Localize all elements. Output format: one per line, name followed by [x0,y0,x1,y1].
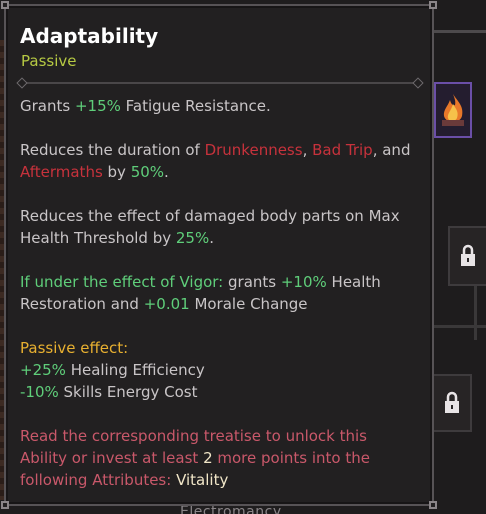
effect-aftermaths: Aftermaths [20,163,103,181]
duration-reduction-line: Reduces the duration of Drunkenness, Bad… [20,139,420,183]
text: Morale Change [189,295,308,313]
ability-type: Passive [21,52,77,70]
value-positive: +0.01 [143,295,190,313]
text: by [102,163,131,181]
value-positive: -10% [20,383,59,401]
text: . [164,163,169,181]
points-required: 2 [203,449,213,467]
unlock-requirement: Read the corresponding treatise to unloc… [20,425,420,491]
fatigue-resistance-line: Grants +15% Fatigue Resistance. [20,95,420,117]
attribute-vitality: Vitality [176,471,229,489]
fire-skill-icon[interactable] [434,82,472,138]
vigor-bonus-line: If under the effect of Vigor: grants +10… [20,271,420,315]
text: Read the corresponding treatise to unloc… [20,427,367,445]
locked-skill-icon[interactable] [448,226,486,286]
text: Skills Energy Cost [58,383,198,401]
text: . [209,229,215,247]
panel-frame-line [430,30,486,33]
passive-effect-header: Passive effect: [20,339,129,357]
value-positive: 50% [130,163,165,181]
text: Reduces the effect of damaged body parts… [20,207,400,225]
text: Reduces the duration of [20,141,205,159]
value-positive: 25% [175,229,210,247]
locked-skill-icon[interactable] [432,374,472,432]
ability-title: Adaptability [20,24,159,48]
value-positive: +15% [74,97,121,115]
frame-corner [429,1,437,9]
text: Healing Efficiency [65,361,205,379]
text: Ability or invest at least [20,449,204,467]
frame-corner [1,501,9,509]
text: Health Threshold by [20,229,176,247]
divider [20,82,420,84]
effect-bad-trip: Bad Trip [312,141,373,159]
passive-effect-block: Passive effect: +25% Healing Efficiency … [20,337,420,403]
ability-tooltip: Adaptability Passive Grants +15% Fatigue… [1,1,437,509]
text: grants [223,273,281,291]
text: Grants [20,97,75,115]
text: , and [372,141,411,159]
text: Restoration and [20,295,144,313]
text: , [302,141,313,159]
value-positive: +25% [20,361,66,379]
text: Health [326,273,381,291]
effect-drunkenness: Drunkenness [204,141,303,159]
text: following Attributes: [20,471,177,489]
ability-description: Grants +15% Fatigue Resistance. Reduces … [20,95,420,491]
value-positive: +10% [280,273,327,291]
text: more points into the [212,449,370,467]
vigor-condition: If under the effect of Vigor: [20,273,224,291]
skill-connector-line [430,325,486,328]
skill-connector-line [474,280,477,340]
frame-corner [1,1,9,9]
frame-corner [429,501,437,509]
lock-icon [461,244,475,266]
health-threshold-line: Reduces the effect of damaged body parts… [20,205,420,249]
text: Fatigue Resistance. [120,97,271,115]
game-screen: Electromancy Adaptability Passive Grants… [0,0,486,514]
lock-icon [445,391,459,413]
